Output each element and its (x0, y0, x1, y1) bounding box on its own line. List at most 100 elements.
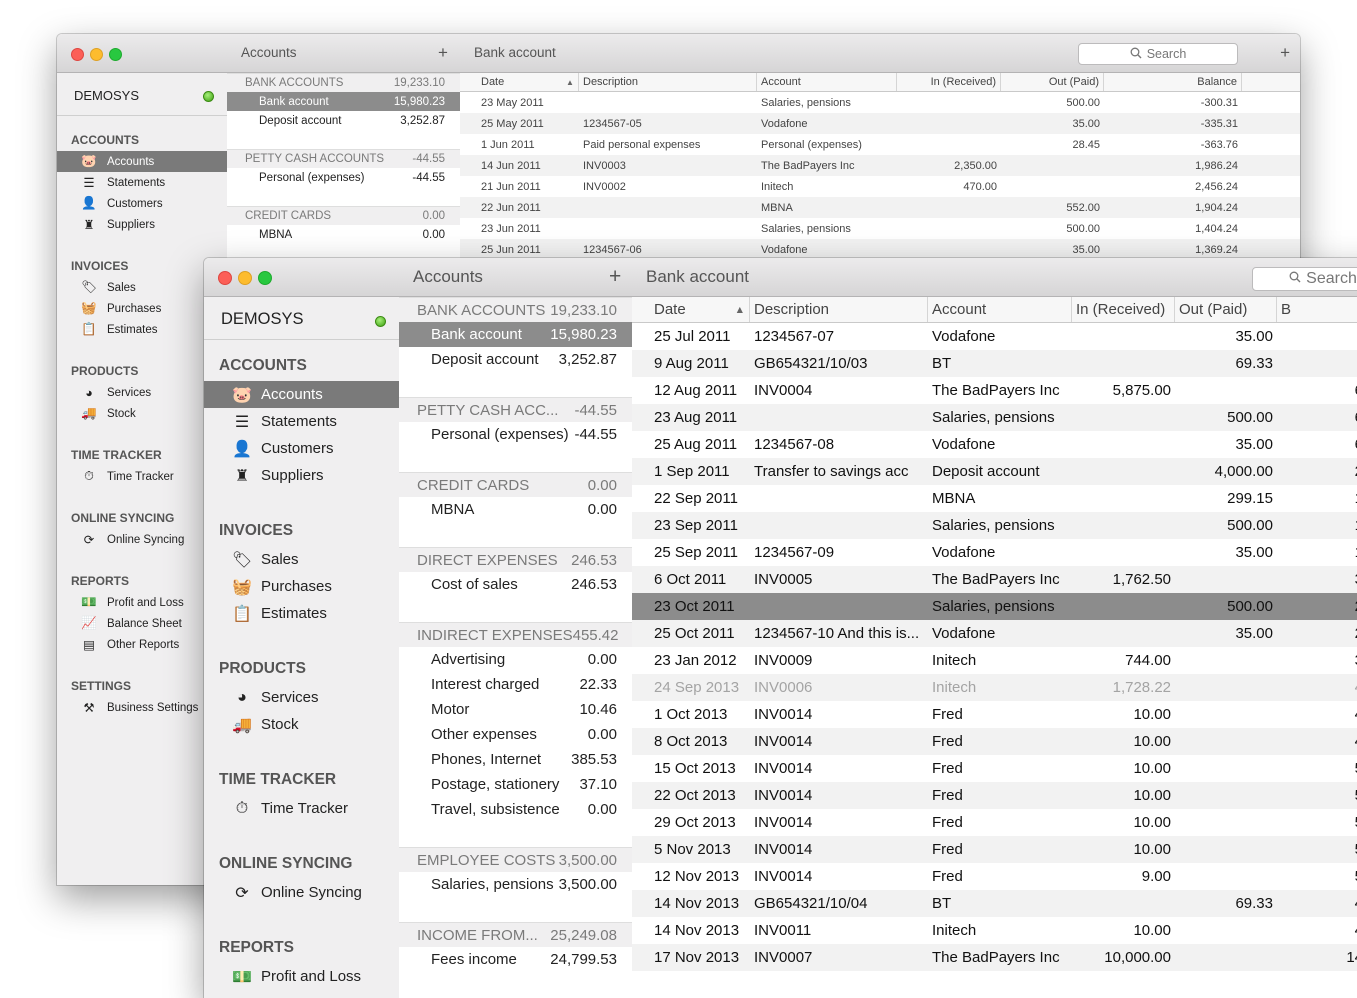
account-row[interactable]: Salaries, pensions 3,500.00 (399, 872, 632, 897)
table-row[interactable]: 15 Oct 2013 INV0014 Fred 10.00 5 (632, 755, 1357, 782)
minimize-window-button[interactable] (90, 48, 103, 61)
table-row[interactable]: 23 Aug 2011 Salaries, pensions 500.006 (632, 404, 1357, 431)
sidebar-item-balance-sheet[interactable]: 📈 Balance Sheet (57, 613, 227, 634)
sidebar-item-estimates[interactable]: 📋 Estimates (57, 319, 227, 340)
sidebar-item-suppliers[interactable]: ♜ Suppliers (57, 214, 227, 235)
sidebar-item-statements[interactable]: ☰ Statements (57, 172, 227, 193)
table-row[interactable]: 23 May 2011 Salaries, pensions 500.00 -300.… (460, 92, 1300, 113)
account-group-header[interactable]: EMPLOYEE COSTS 3,500.00 (399, 847, 632, 872)
account-row[interactable]: Other expenses 0.00 (399, 722, 632, 747)
add-account-button[interactable]: + (609, 258, 621, 296)
table-row[interactable]: 22 Sep 2011 MBNA 299.151 (632, 485, 1357, 512)
sidebar-item-suppliers[interactable]: ♜ Suppliers (204, 462, 399, 489)
table-row[interactable]: 25 Jun 2011 1234567-06 Vodafone 35.00 1,369.… (460, 239, 1300, 260)
table-row[interactable]: 5 Nov 2013 INV0014 Fred 10.00 5 (632, 836, 1357, 863)
account-group-header[interactable]: BANK ACCOUNTS 19,233.10 (227, 73, 460, 92)
sidebar-item-purchases[interactable]: 🧺 Purchases (57, 298, 227, 319)
account-row[interactable]: Personal (expenses) -44.55 (399, 422, 632, 447)
column-header-balance[interactable]: Balance (1104, 73, 1242, 91)
account-row[interactable]: Cost of sales 246.53 (399, 572, 632, 597)
table-row[interactable]: 22 Jun 2011 MBNA 552.00 1,904.24 (460, 197, 1300, 218)
sidebar-item-profit-and-loss[interactable]: 💵 Profit and Loss (204, 963, 399, 990)
account-row[interactable]: Deposit account 3,252.87 (399, 347, 632, 372)
sidebar-item-statements[interactable]: ☰ Statements (204, 408, 399, 435)
sidebar-item-business-settings[interactable]: ⚒ Business Settings (57, 697, 227, 718)
account-row[interactable]: Fees income 24,799.53 (399, 947, 632, 972)
zoom-window-button[interactable] (258, 271, 272, 285)
table-row[interactable]: 14 Nov 2013 INV0011 Initech 10.00 4 (632, 917, 1357, 944)
company-name[interactable]: DEMOSYS (74, 88, 139, 103)
sidebar-item-accounts[interactable]: 🐷 Accounts (57, 151, 227, 172)
account-row[interactable]: MBNA 0.00 (227, 225, 460, 244)
column-header-account[interactable]: Account (928, 297, 1072, 322)
table-row[interactable]: 14 Jun 2011 INV0003 The BadPayers Inc 2,350… (460, 155, 1300, 176)
account-row[interactable]: Personal (expenses) -44.55 (227, 168, 460, 187)
table-row[interactable]: 24 Sep 2013 INV0006 Initech 1,728.22 4 (632, 674, 1357, 701)
add-account-button[interactable]: + (438, 34, 448, 72)
sidebar-item-time-tracker[interactable]: ⏱ Time Tracker (204, 795, 399, 822)
search-input[interactable]: Search (1252, 267, 1357, 291)
table-row[interactable]: 9 Aug 2011 GB654321/10/03 BT 69.33 (632, 350, 1357, 377)
table-row[interactable]: 21 Jun 2011 INV0002 Initech 470.00 2,456.24 (460, 176, 1300, 197)
sidebar-item-accounts[interactable]: 🐷 Accounts (204, 381, 399, 408)
company-name[interactable]: DEMOSYS (221, 310, 304, 329)
table-row[interactable]: 17 Nov 2013 INV0007 The BadPayers Inc 10,00… (632, 944, 1357, 971)
table-row[interactable]: 12 Aug 2011 INV0004 The BadPayers Inc 5,875… (632, 377, 1357, 404)
account-group-header[interactable]: INDIRECT EXPENSES 455.42 (399, 622, 632, 647)
sidebar-item-purchases[interactable]: 🧺 Purchases (204, 573, 399, 600)
table-row[interactable]: 12 Nov 2013 INV0014 Fred 9.00 5 (632, 863, 1357, 890)
table-row[interactable]: 1 Oct 2013 INV0014 Fred 10.00 4 (632, 701, 1357, 728)
account-group-header[interactable]: PETTY CASH ACC... -44.55 (399, 397, 632, 422)
sidebar-item-customers[interactable]: 👤 Customers (57, 193, 227, 214)
sidebar-item-sales[interactable]: 🏷 Sales (204, 546, 399, 573)
close-window-button[interactable] (71, 48, 84, 61)
column-header-b[interactable]: B (1277, 297, 1357, 322)
account-group-header[interactable]: DIRECT EXPENSES 246.53 (399, 547, 632, 572)
column-header-in-received[interactable]: In (Received) (897, 73, 1001, 91)
table-row[interactable]: 22 Oct 2013 INV0014 Fred 10.00 5 (632, 782, 1357, 809)
title-bar[interactable]: Accounts + Bank account Search + (57, 34, 1300, 73)
table-row[interactable]: 23 Sep 2011 Salaries, pensions 500.001 (632, 512, 1357, 539)
account-row[interactable]: Bank account 15,980.23 (399, 322, 632, 347)
table-row[interactable]: 25 Aug 2011 1234567-08 Vodafone 35.006 (632, 431, 1357, 458)
minimize-window-button[interactable] (238, 271, 252, 285)
sidebar-item-stock[interactable]: 🚚 Stock (57, 403, 227, 424)
column-header-out-paid[interactable]: Out (Paid) (1001, 73, 1104, 91)
table-row[interactable]: 23 Oct 2011 Salaries, pensions 500.002 (632, 593, 1357, 620)
title-bar[interactable]: Accounts + Bank account Search (204, 258, 1357, 297)
account-row[interactable]: Bank account 15,980.23 (227, 92, 460, 111)
account-row[interactable]: Advertising 0.00 (399, 647, 632, 672)
column-header-date[interactable]: Date ▲ (650, 297, 750, 322)
column-header-account[interactable]: Account (757, 73, 897, 91)
account-group-header[interactable]: BANK ACCOUNTS 19,233.10 (399, 297, 632, 322)
table-row[interactable]: 25 May 2011 1234567-05 Vodafone 35.00 -335.3… (460, 113, 1300, 134)
column-header-date[interactable]: Date ▲ (477, 73, 579, 91)
table-row[interactable]: 23 Jan 2012 INV0009 Initech 744.00 3 (632, 647, 1357, 674)
account-row[interactable]: Travel, subsistence 0.00 (399, 797, 632, 822)
table-row[interactable]: 25 Oct 2011 1234567-10 And this is... Voda… (632, 620, 1357, 647)
table-row[interactable]: 6 Oct 2011 INV0005 The BadPayers Inc 1,762.… (632, 566, 1357, 593)
table-row[interactable]: 25 Sep 2011 1234567-09 Vodafone 35.001 (632, 539, 1357, 566)
zoom-window-button[interactable] (109, 48, 122, 61)
table-row[interactable]: 1 Sep 2011 Transfer to savings acc Deposit… (632, 458, 1357, 485)
account-row[interactable]: Motor 10.46 (399, 697, 632, 722)
account-group-header[interactable]: CREDIT CARDS 0.00 (227, 206, 460, 225)
sidebar-item-online-syncing[interactable]: ⟳ Online Syncing (204, 879, 399, 906)
table-row[interactable]: 1 Jun 2011 Paid personal expenses Personal… (460, 134, 1300, 155)
account-row[interactable]: MBNA 0.00 (399, 497, 632, 522)
table-row[interactable]: 14 Nov 2013 GB654321/10/04 BT 69.334 (632, 890, 1357, 917)
sidebar-item-online-syncing[interactable]: ⟳ Online Syncing (57, 529, 227, 550)
account-row[interactable]: Interest charged 22.33 (399, 672, 632, 697)
sidebar-item-time-tracker[interactable]: ⏱ Time Tracker (57, 466, 227, 487)
sidebar-item-stock[interactable]: 🚚 Stock (204, 711, 399, 738)
sidebar-item-services[interactable]: ◕ Services (204, 684, 399, 711)
sidebar-item-profit-and-loss[interactable]: 💵 Profit and Loss (57, 592, 227, 613)
sidebar-item-customers[interactable]: 👤 Customers (204, 435, 399, 462)
sidebar-item-estimates[interactable]: 📋 Estimates (204, 600, 399, 627)
account-row[interactable]: Postage, stationery 37.10 (399, 772, 632, 797)
account-group-header[interactable]: PETTY CASH ACCOUNTS -44.55 (227, 149, 460, 168)
account-row[interactable]: Phones, Internet 385.53 (399, 747, 632, 772)
close-window-button[interactable] (218, 271, 232, 285)
sidebar-item-sales[interactable]: 🏷 Sales (57, 277, 227, 298)
column-header-description[interactable]: Description (579, 73, 757, 91)
